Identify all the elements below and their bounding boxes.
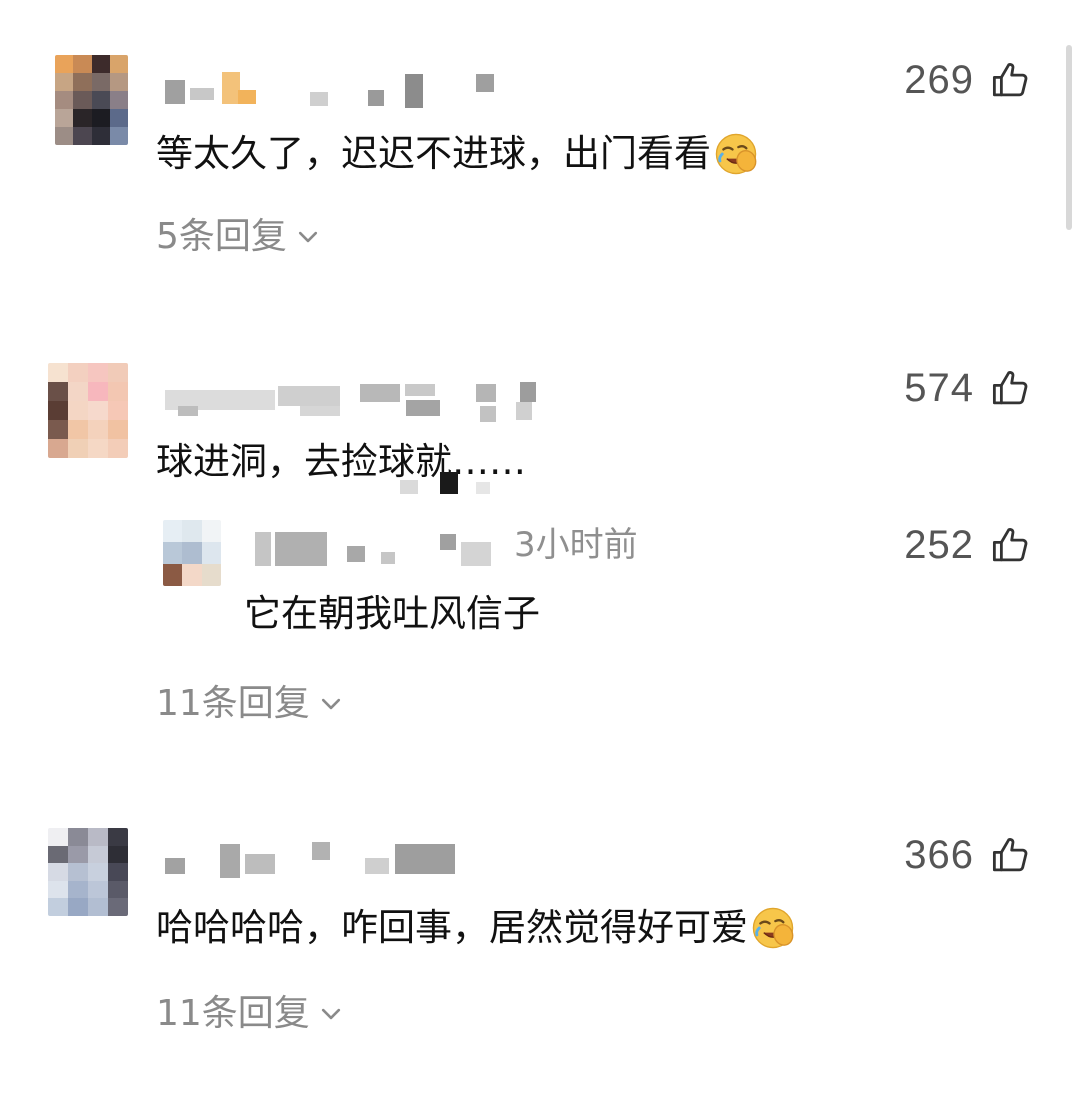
avatar[interactable] — [48, 363, 128, 458]
view-replies-button[interactable]: 5条回复 — [156, 213, 321, 261]
reply-like-button[interactable]: 252 — [904, 520, 1032, 570]
reply-avatar[interactable] — [163, 520, 221, 586]
view-replies-button[interactable]: 11条回复 — [156, 990, 344, 1038]
chevron-down-icon — [321, 1008, 340, 1020]
scrollbar[interactable] — [1066, 45, 1072, 230]
like-count: 366 — [904, 832, 974, 877]
chevron-down-icon — [321, 698, 340, 710]
comment-text: 哈哈哈哈，咋回事，居然觉得好可爱 — [156, 904, 796, 952]
like-count: 269 — [904, 57, 974, 102]
face-palm-laughing-emoji-icon — [715, 133, 757, 175]
face-palm-laughing-emoji-icon — [752, 907, 794, 949]
thumbs-up-icon — [992, 838, 1028, 872]
username-blurred[interactable] — [160, 380, 580, 424]
like-button[interactable]: 574 — [904, 363, 1032, 413]
like-button[interactable]: 366 — [904, 830, 1032, 880]
view-replies-button[interactable]: 11条回复 — [156, 680, 344, 728]
reply-text: 它在朝我吐风信子 — [244, 592, 540, 635]
thumbs-up-icon — [992, 528, 1028, 562]
reply-username-blurred[interactable] — [255, 528, 505, 572]
like-button[interactable]: 269 — [904, 55, 1032, 105]
thumbs-up-icon — [992, 63, 1028, 97]
avatar[interactable] — [55, 55, 128, 145]
thumbs-up-icon — [992, 371, 1028, 405]
username-blurred[interactable] — [160, 838, 580, 882]
avatar[interactable] — [48, 828, 128, 916]
comment-list: 269 等太久了，迟迟不进球，出门看看 5条回复 574 球进洞，去捡球就…… … — [0, 0, 1080, 1110]
comment-text: 等太久了，迟迟不进球，出门看看 — [156, 130, 759, 178]
reply-time: 3小时前 — [514, 525, 638, 565]
username-blurred[interactable] — [160, 70, 580, 114]
like-count: 574 — [904, 365, 974, 410]
chevron-down-icon — [298, 231, 318, 243]
blurred-fragment — [400, 472, 500, 494]
like-count: 252 — [904, 522, 974, 567]
